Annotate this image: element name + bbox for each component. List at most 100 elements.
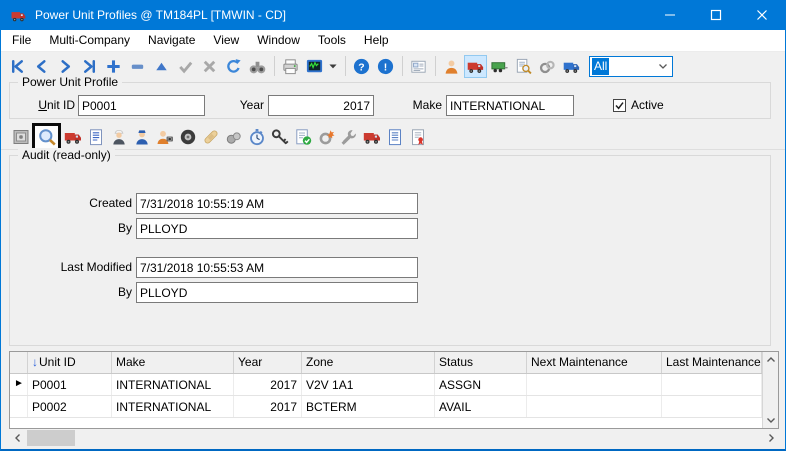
save-record-button[interactable] — [174, 55, 197, 78]
tab-notes[interactable] — [84, 126, 107, 149]
tab-officer[interactable] — [130, 126, 153, 149]
post-icon — [152, 57, 171, 76]
grid-cell[interactable]: BCTERM — [302, 396, 435, 417]
menu-view[interactable]: View — [204, 30, 248, 52]
tab-reports[interactable] — [383, 126, 406, 149]
tab-parts[interactable] — [222, 126, 245, 149]
last-modified-field[interactable] — [136, 257, 418, 278]
cancel-icon — [200, 57, 219, 76]
profile-filter-combo[interactable]: All — [589, 56, 673, 77]
modified-by-field[interactable] — [136, 282, 418, 303]
tab-service[interactable] — [314, 126, 337, 149]
nav-first-icon — [8, 57, 27, 76]
links-button[interactable] — [536, 55, 559, 78]
created-field[interactable] — [136, 193, 418, 214]
carriers-button[interactable] — [560, 55, 583, 78]
grid-cell[interactable]: INTERNATIONAL — [112, 374, 234, 395]
grid-cell[interactable]: P0002 — [28, 396, 112, 417]
scroll-left-button[interactable] — [9, 429, 26, 447]
print-button[interactable] — [279, 55, 302, 78]
minimize-button[interactable] — [647, 0, 693, 30]
menu-navigate[interactable]: Navigate — [139, 30, 204, 52]
tab-certificates[interactable] — [406, 126, 429, 149]
menu-help[interactable]: Help — [355, 30, 398, 52]
info-button[interactable]: ! — [374, 55, 397, 78]
column-header-unit-id[interactable]: ↓Unit ID — [28, 352, 112, 373]
active-checkbox[interactable] — [613, 99, 626, 112]
post-record-button[interactable] — [150, 55, 173, 78]
menu-window[interactable]: Window — [248, 30, 309, 52]
tab-power-unit[interactable] — [61, 126, 84, 149]
grid-vertical-scrollbar[interactable] — [762, 352, 778, 428]
grid-cell[interactable]: INTERNATIONAL — [112, 396, 234, 417]
scroll-up-button[interactable] — [763, 352, 778, 368]
scroll-down-button[interactable] — [763, 412, 778, 428]
grid-cell[interactable] — [527, 396, 662, 417]
tab-operator[interactable] — [107, 126, 130, 149]
menu-tools[interactable]: Tools — [309, 30, 355, 52]
power-units-button[interactable] — [464, 55, 487, 78]
truck-red-icon — [466, 57, 485, 76]
tab-damage[interactable] — [199, 126, 222, 149]
safe-icon — [11, 127, 31, 147]
tab-maintenance[interactable] — [337, 126, 360, 149]
remove-icon — [128, 57, 147, 76]
grid-cell[interactable] — [662, 374, 762, 395]
scrollbar-thumb[interactable] — [27, 430, 75, 446]
table-row[interactable]: ►P0001INTERNATIONAL2017V2V 1A1ASSGN — [10, 374, 778, 396]
menu-file[interactable]: File — [3, 30, 40, 52]
chevron-down-icon[interactable] — [657, 60, 669, 72]
year-field[interactable] — [268, 95, 374, 116]
scroll-right-button[interactable] — [762, 429, 779, 447]
delete-record-button[interactable] — [126, 55, 149, 78]
column-header-status[interactable]: Status — [435, 352, 527, 373]
column-header-year[interactable]: Year — [234, 352, 302, 373]
column-header-zone[interactable]: Zone — [302, 352, 435, 373]
monitor-button[interactable] — [303, 55, 326, 78]
make-field[interactable] — [446, 95, 574, 116]
app-truck-icon — [10, 7, 27, 24]
grid-cell[interactable]: V2V 1A1 — [302, 374, 435, 395]
tab-timers[interactable] — [245, 126, 268, 149]
cancel-edit-button[interactable] — [198, 55, 221, 78]
truck-blue-icon — [562, 57, 581, 76]
grid-cell[interactable]: P0001 — [28, 374, 112, 395]
tab-approvals[interactable] — [291, 126, 314, 149]
combo-selected-value: All — [592, 58, 609, 75]
grid-cell[interactable]: 2017 — [234, 396, 302, 417]
column-header-last-maintenance[interactable]: Last Maintenance — [662, 352, 762, 373]
grid-cell[interactable]: 2017 — [234, 374, 302, 395]
menu-bar: FileMulti-CompanyNavigateViewWindowTools… — [1, 30, 785, 52]
tab-tires[interactable] — [176, 126, 199, 149]
find-button[interactable] — [246, 55, 269, 78]
help-button[interactable]: ? — [350, 55, 373, 78]
tab-audit-search[interactable] — [35, 126, 58, 149]
svg-text:?: ? — [358, 62, 364, 73]
column-header-next-maintenance[interactable]: Next Maintenance — [527, 352, 662, 373]
inspections-button[interactable] — [512, 55, 535, 78]
grid-horizontal-scrollbar[interactable] — [9, 429, 779, 447]
profile-card-button[interactable] — [407, 55, 430, 78]
close-button[interactable] — [739, 0, 785, 30]
menu-multi-company[interactable]: Multi-Company — [40, 30, 139, 52]
stopwatch-icon — [247, 127, 267, 147]
tab-keys[interactable] — [268, 126, 291, 149]
drivers-button[interactable] — [440, 55, 463, 78]
tab-photos[interactable] — [153, 126, 176, 149]
grid-cell[interactable] — [662, 396, 762, 417]
maximize-button[interactable] — [693, 0, 739, 30]
refresh-button[interactable] — [222, 55, 245, 78]
grid-cell[interactable]: ASSGN — [435, 374, 527, 395]
grid-cell[interactable]: AVAIL — [435, 396, 527, 417]
unit-id-field[interactable] — [78, 95, 205, 116]
chevron-left-icon — [13, 433, 23, 443]
tab-storage[interactable] — [9, 126, 32, 149]
table-row[interactable]: P0002INTERNATIONAL2017BCTERMAVAIL — [10, 396, 778, 418]
toolbar-separator — [402, 56, 403, 76]
grid-cell[interactable] — [527, 374, 662, 395]
created-by-field[interactable] — [136, 218, 418, 239]
tab-fleet[interactable] — [360, 126, 383, 149]
column-header-make[interactable]: Make — [112, 352, 234, 373]
trailers-button[interactable] — [488, 55, 511, 78]
monitor-dropdown-caret[interactable] — [327, 60, 339, 72]
